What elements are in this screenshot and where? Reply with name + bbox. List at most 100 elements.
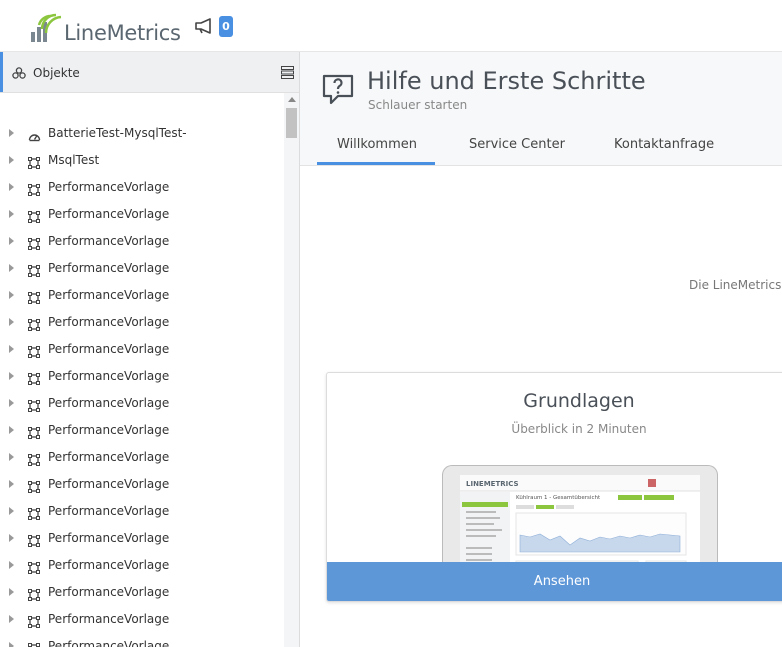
expand-arrow-icon[interactable] [9, 615, 14, 623]
top-header: LineMetrics 0 [0, 0, 782, 52]
tab-service-center[interactable]: Service Center [469, 137, 565, 152]
tab-willkommen[interactable]: Willkommen [337, 137, 417, 152]
tree-item-label: PerformanceVorlage [48, 288, 170, 302]
expand-arrow-icon[interactable] [9, 264, 14, 272]
sidebar-scrollbar[interactable] [285, 93, 298, 647]
sidebar-tree-item[interactable]: PerformanceVorlage [0, 606, 284, 633]
dashboard-preview-graphic: LINEMETRICS Kühlraum 1 - Gesamtübersicht [460, 475, 700, 576]
tree-item-label: PerformanceVorlage [48, 423, 170, 437]
object-icon [28, 370, 40, 389]
object-icon [28, 289, 40, 308]
sidebar-tree-item[interactable]: PerformanceVorlage [0, 174, 284, 201]
sidebar-tree-item[interactable]: PerformanceVorlage [0, 390, 284, 417]
object-icon [28, 613, 40, 632]
sidebar-tree-item[interactable]: PerformanceVorlage [0, 552, 284, 579]
sidebar-tree-item[interactable]: PerformanceVorlage [0, 471, 284, 498]
object-icon [28, 505, 40, 524]
tree-item-label: PerformanceVorlage [48, 531, 170, 545]
tree-item-label: PerformanceVorlage [48, 639, 170, 647]
tree-item-label: PerformanceVorlage [48, 558, 170, 572]
tree-item-label: PerformanceVorlage [48, 504, 170, 518]
expand-arrow-icon[interactable] [9, 480, 14, 488]
expand-arrow-icon[interactable] [9, 210, 14, 218]
page-title: Hilfe und Erste Schritte [367, 67, 646, 95]
object-icon [28, 424, 40, 443]
tree-item-label: PerformanceVorlage [48, 180, 170, 194]
sidebar-tree-item[interactable]: PerformanceVorlage [0, 498, 284, 525]
notifications-button[interactable]: 0 [194, 16, 240, 38]
sidebar-tree-item[interactable]: PerformanceVorlage [0, 417, 284, 444]
tree-item-label: PerformanceVorlage [48, 450, 170, 464]
linemetrics-logo[interactable]: LineMetrics [30, 13, 181, 45]
help-question-icon [322, 74, 354, 105]
expand-arrow-icon[interactable] [9, 534, 14, 542]
intro-text: Die LineMetrics [689, 278, 782, 292]
tablet-preview-image: LINEMETRICS Kühlraum 1 - Gesamtübersicht [442, 465, 718, 576]
sidebar-tree-item[interactable]: BatterieTest-MysqlTest- [0, 120, 284, 147]
sidebar-tree-item[interactable]: PerformanceVorlage [0, 309, 284, 336]
object-icon [28, 559, 40, 578]
tree-item-label: PerformanceVorlage [48, 261, 170, 275]
sidebar-tree-item[interactable]: PerformanceVorlage [0, 444, 284, 471]
expand-arrow-icon[interactable] [9, 399, 14, 407]
object-icon [28, 532, 40, 551]
scroll-up-arrow-icon[interactable] [288, 97, 296, 102]
tab-kontaktanfrage[interactable]: Kontaktanfrage [614, 137, 714, 152]
logo-text: LineMetrics [64, 21, 181, 45]
object-icon [28, 397, 40, 416]
object-icon [28, 478, 40, 497]
expand-arrow-icon[interactable] [9, 156, 14, 164]
gauge-icon [28, 127, 41, 146]
object-icon [28, 181, 40, 200]
page-subtitle: Schlauer starten [368, 98, 468, 112]
list-menu-icon[interactable] [281, 66, 294, 79]
expand-arrow-icon[interactable] [9, 507, 14, 515]
expand-arrow-icon[interactable] [9, 426, 14, 434]
sidebar-tree-item[interactable]: PerformanceVorlage [0, 633, 284, 647]
logo-mark-icon [31, 13, 62, 42]
sidebar-tree-item[interactable]: MsqlTest [0, 147, 284, 174]
expand-arrow-icon[interactable] [9, 183, 14, 191]
expand-arrow-icon[interactable] [9, 642, 14, 647]
tree-item-label: PerformanceVorlage [48, 612, 170, 626]
sidebar-tree-item[interactable]: PerformanceVorlage [0, 255, 284, 282]
scrollbar-thumb[interactable] [286, 108, 297, 138]
object-icon [28, 586, 40, 605]
video-card-grundlagen: Grundlagen Überblick in 2 Minuten LINEME… [326, 372, 782, 602]
tree-item-label: PerformanceVorlage [48, 477, 170, 491]
sidebar-header: Objekte [0, 52, 299, 93]
tree-item-label: PerformanceVorlage [48, 315, 170, 329]
sidebar-tree-item[interactable]: PerformanceVorlage [0, 201, 284, 228]
expand-arrow-icon[interactable] [9, 237, 14, 245]
tree-item-label: PerformanceVorlage [48, 342, 170, 356]
expand-arrow-icon[interactable] [9, 588, 14, 596]
sidebar-tree-item[interactable]: PerformanceVorlage [0, 525, 284, 552]
expand-arrow-icon[interactable] [9, 345, 14, 353]
notification-count-badge: 0 [219, 16, 233, 37]
expand-arrow-icon[interactable] [9, 561, 14, 569]
tree-item-label: PerformanceVorlage [48, 369, 170, 383]
ansehen-button[interactable]: Ansehen [327, 562, 782, 601]
object-icon [28, 208, 40, 227]
page-header: Hilfe und Erste Schritte Schlauer starte… [300, 52, 782, 166]
tree-item-label: BatterieTest-MysqlTest- [48, 126, 187, 140]
object-icon [28, 154, 40, 173]
objects-icon [12, 67, 26, 79]
expand-arrow-icon[interactable] [9, 291, 14, 299]
sidebar-tree-item[interactable]: PerformanceVorlage [0, 363, 284, 390]
tree-item-label: PerformanceVorlage [48, 585, 170, 599]
expand-arrow-icon[interactable] [9, 453, 14, 461]
sidebar-tree-item[interactable]: PerformanceVorlage [0, 228, 284, 255]
expand-arrow-icon[interactable] [9, 318, 14, 326]
sidebar-tree-item[interactable]: PerformanceVorlage [0, 282, 284, 309]
object-icon [28, 640, 40, 647]
expand-arrow-icon[interactable] [9, 372, 14, 380]
objects-sidebar: Objekte BatterieTest-MysqlTest- MsqlTest P… [0, 52, 300, 647]
megaphone-icon [195, 18, 211, 34]
expand-arrow-icon[interactable] [9, 129, 14, 137]
object-tree: BatterieTest-MysqlTest- MsqlTest Performan… [0, 93, 284, 647]
preview-heading: Kühlraum 1 - Gesamtübersicht [516, 495, 601, 501]
main-content: Hilfe und Erste Schritte Schlauer starte… [300, 52, 782, 647]
sidebar-tree-item[interactable]: PerformanceVorlage [0, 579, 284, 606]
sidebar-tree-item[interactable]: PerformanceVorlage [0, 336, 284, 363]
